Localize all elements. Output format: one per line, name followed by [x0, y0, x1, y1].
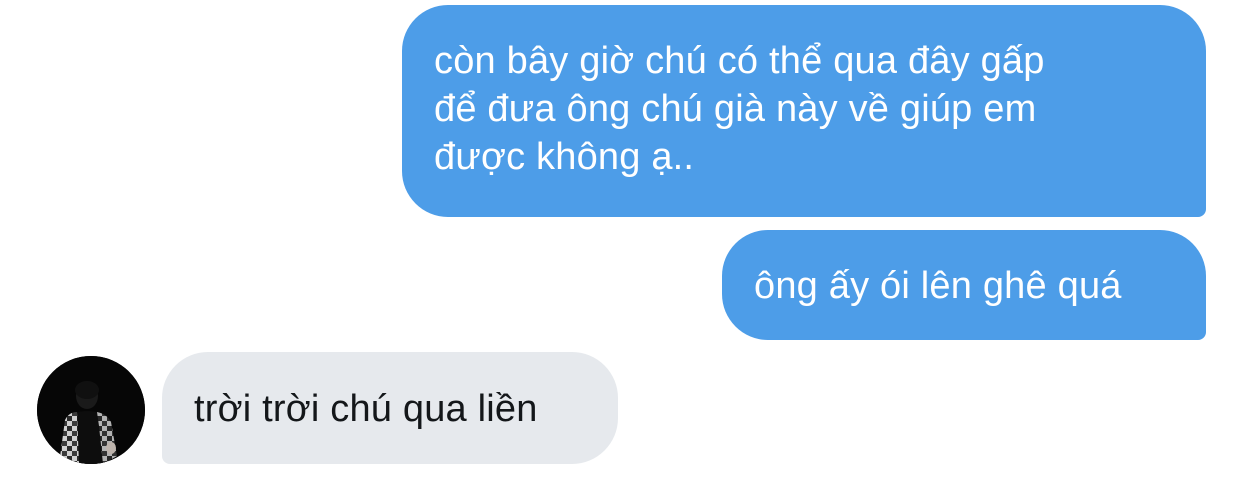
- received-message-bubble[interactable]: trời trời chú qua liền: [162, 352, 618, 464]
- message-text: còn bây giờ chú có thể qua đây gấp để đư…: [434, 40, 1045, 178]
- message-text: ông ấy ói lên ghê quá: [754, 265, 1122, 307]
- sent-message-bubble[interactable]: ông ấy ói lên ghê quá: [722, 230, 1206, 340]
- message-text: trời trời chú qua liền: [194, 388, 538, 430]
- avatar-photo-icon: [37, 356, 145, 464]
- sent-message-bubble[interactable]: còn bây giờ chú có thể qua đây gấp để đư…: [402, 5, 1206, 217]
- contact-avatar[interactable]: [37, 356, 145, 464]
